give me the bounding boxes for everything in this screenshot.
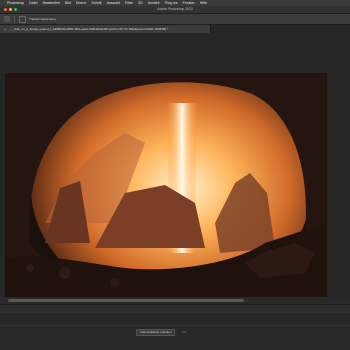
menu-ansicht[interactable]: Ansicht [148,1,160,5]
close-tab-icon[interactable]: × [4,27,6,32]
window-titlebar: Adobe Photoshop 2023 [0,6,350,14]
menu-ebene[interactable]: Ebene [76,1,86,5]
menu-hilfe[interactable]: Hilfe [200,1,207,5]
status-bar [0,304,350,313]
create-video-timeline-button[interactable]: Videozeitleiste erstellen [136,329,176,336]
transform-controls-label: Transformationsang [29,17,56,21]
panel-options-icon[interactable]: ••• [182,329,186,334]
canvas-area[interactable] [0,33,350,297]
menu-bild[interactable]: Bild [65,1,71,5]
horizontal-scrollbar[interactable] [0,297,350,304]
menu-auswahl[interactable]: Auswahl [107,1,121,5]
menu-bearbeiten[interactable]: Bearbeiten [43,1,60,5]
home-icon[interactable] [4,16,10,22]
window-title: Adobe Photoshop 2023 [157,7,193,11]
menu-datei[interactable]: Datei [29,1,37,5]
options-divider [14,16,15,22]
menu-3d[interactable]: 3D [138,1,143,5]
document-artwork [5,73,327,297]
menu-fenster[interactable]: Fenster [183,1,195,5]
panel-divider [0,325,350,326]
options-bar: Transformationsang [0,14,350,25]
menu-photoshop[interactable]: Photoshop [7,1,24,5]
timeline-panel: Videozeitleiste erstellen ••• [0,313,350,350]
menu-filter[interactable]: Filter [125,1,133,5]
scrollbar-thumb[interactable] [8,299,244,302]
document-tab[interactable]: × …_hole_on_a_foreign_planet_f_4d886df0-… [0,25,211,33]
menu-schrift[interactable]: Schrift [91,1,101,5]
document-tabbar: × …_hole_on_a_foreign_planet_f_4d886df0-… [0,25,350,33]
transform-checkbox[interactable] [19,15,26,23]
menu-plugins[interactable]: Plug-ins [165,1,178,5]
document-tab-title: …_hole_on_a_foreign_planet_f_4d886df0-a5… [9,27,169,31]
